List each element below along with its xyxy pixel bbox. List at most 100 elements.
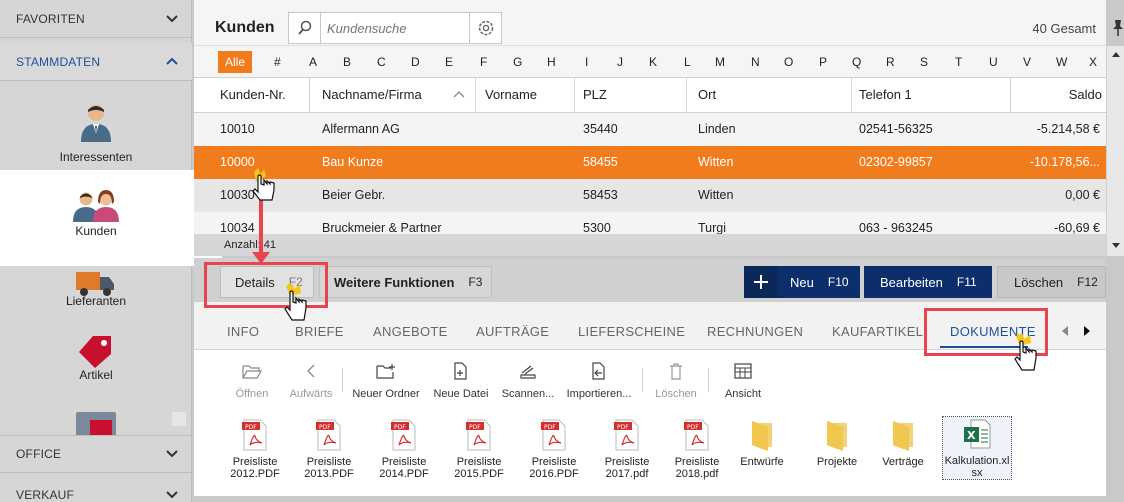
letter-filter[interactable]: B <box>343 55 351 69</box>
section-office[interactable]: OFFICE <box>0 435 192 473</box>
sidebar-item-artikel[interactable]: Artikel <box>0 332 192 406</box>
new-folder-button[interactable]: Neuer Ordner <box>352 360 420 400</box>
letter-filter[interactable]: C <box>377 55 386 69</box>
file-item[interactable]: PDF Preisliste 2015.PDF <box>444 418 514 480</box>
letter-filter[interactable]: R <box>886 55 895 69</box>
tab-kaufartikel[interactable]: KAUFARTIKEL <box>832 324 923 339</box>
file-item[interactable]: PDF Preisliste 2016.PDF <box>519 418 589 480</box>
file-item[interactable]: PDF Preisliste 2012.PDF <box>220 418 290 480</box>
letter-filter[interactable]: O <box>784 55 793 69</box>
table-scrollbar[interactable] <box>1106 46 1124 256</box>
letter-filter[interactable]: P <box>819 55 827 69</box>
folder-item[interactable]: Verträge <box>868 418 938 468</box>
letter-filter[interactable]: U <box>989 55 998 69</box>
letter-filter[interactable]: D <box>411 55 420 69</box>
letter-filter[interactable]: W <box>1056 55 1067 69</box>
cell-ort: Linden <box>698 122 736 136</box>
column-header-kunden-nr[interactable]: Kunden-Nr. <box>214 78 310 112</box>
section-verkauf[interactable]: VERKAUF <box>0 476 192 502</box>
up-button[interactable]: Aufwärts <box>286 360 336 400</box>
scroll-up-icon[interactable] <box>1111 50 1121 58</box>
tab-auftraege[interactable]: AUFTRÄGE <box>476 324 549 339</box>
svg-text:PDF: PDF <box>245 424 257 431</box>
chevron-down-icon <box>166 491 178 499</box>
chevron-right-icon[interactable] <box>1082 325 1092 337</box>
new-file-button[interactable]: Neue Datei <box>432 360 490 400</box>
edit-button[interactable]: Bearbeiten F11 <box>864 266 992 298</box>
cell-saldo: 0,00 € <box>1065 188 1100 202</box>
file-item-selected[interactable]: X Kalkulation.xlsx <box>942 416 1012 480</box>
letter-filter[interactable]: J <box>617 55 623 69</box>
letter-filter[interactable]: S <box>920 55 928 69</box>
letter-filter[interactable]: K <box>649 55 657 69</box>
column-header-telefon[interactable]: Telefon 1 <box>853 78 1011 112</box>
table-row[interactable]: 10010 Alfermann AG 35440 Linden 02541-56… <box>194 113 1106 146</box>
letter-filter[interactable]: M <box>715 55 725 69</box>
sidebar-item-lieferanten[interactable]: Lieferanten <box>0 266 192 340</box>
delete-button[interactable]: Löschen F12 <box>997 266 1106 298</box>
letter-filter[interactable]: I <box>585 55 588 69</box>
letter-filter[interactable]: F <box>480 55 487 69</box>
tab-lieferscheine[interactable]: LIEFERSCHEINE <box>578 324 685 339</box>
pdf-icon: PDF <box>541 419 566 451</box>
letter-filter[interactable]: G <box>513 55 522 69</box>
scan-button[interactable]: Scannen... <box>498 360 558 400</box>
file-item[interactable]: PDF Preisliste 2014.PDF <box>369 418 439 480</box>
open-button[interactable]: Öffnen <box>230 360 274 400</box>
tab-angebote[interactable]: ANGEBOTE <box>373 324 448 339</box>
letter-filter[interactable]: X <box>1089 55 1097 69</box>
folder-item[interactable]: Entwürfe <box>727 418 797 468</box>
column-header-ort[interactable]: Ort <box>692 78 852 112</box>
column-header-nachname[interactable]: Nachname/Firma <box>316 78 476 112</box>
sidebar-item-interessenten[interactable]: Interessenten <box>0 96 192 170</box>
table-row-selected[interactable]: 10000 Bau Kunze 58455 Witten 02302-99857… <box>194 146 1106 179</box>
import-button[interactable]: Importieren... <box>564 360 634 400</box>
letter-filter-all[interactable]: Alle <box>218 51 253 73</box>
chevron-left-icon[interactable] <box>1060 325 1070 337</box>
letter-filter[interactable]: V <box>1023 55 1031 69</box>
table-row[interactable]: 10030 Beier Gebr. 58453 Witten 0,00 € <box>194 179 1106 212</box>
new-folder-label: Neuer Ordner <box>352 388 420 400</box>
sidebar-scroll-handle[interactable] <box>172 412 186 426</box>
sidebar-item-kunden[interactable]: Kunden <box>0 170 222 266</box>
letter-filter[interactable]: H <box>547 55 556 69</box>
edit-label: Bearbeiten <box>880 274 943 290</box>
search-input[interactable] <box>327 19 459 37</box>
delete-file-button[interactable]: Löschen <box>652 360 700 400</box>
tab-briefe[interactable]: BRIEFE <box>295 324 344 339</box>
section-favoriten[interactable]: FAVORITEN <box>0 0 192 38</box>
open-label: Öffnen <box>235 388 269 400</box>
letter-filter[interactable]: Q <box>852 55 861 69</box>
pin-icon[interactable] <box>1112 20 1124 36</box>
more-functions-button[interactable]: Weitere Funktionen F3 <box>319 266 492 298</box>
letter-filter[interactable]: # <box>274 55 281 69</box>
letter-filter[interactable]: N <box>751 55 760 69</box>
svg-text:PDF: PDF <box>544 424 556 431</box>
folder-item[interactable]: Projekte <box>802 418 872 468</box>
view-button[interactable]: Ansicht <box>718 360 768 400</box>
cell-nachname: Bau Kunze <box>322 155 384 169</box>
sidebar: FAVORITEN STAMMDATEN Interessenten Kunde… <box>0 0 222 502</box>
chevron-up-icon <box>166 57 178 65</box>
toolbar-separator <box>642 368 643 392</box>
letter-filter[interactable]: T <box>955 55 962 69</box>
section-stammdaten[interactable]: STAMMDATEN <box>0 43 192 81</box>
file-item[interactable]: PDF Preisliste 2013.PDF <box>294 418 364 480</box>
file-item[interactable]: PDF Preisliste 2018.pdf <box>662 418 732 480</box>
new-button[interactable]: Neu F10 <box>744 266 860 298</box>
column-header-vorname[interactable]: Vorname <box>479 78 575 112</box>
letter-filter[interactable]: A <box>309 55 317 69</box>
scroll-down-icon[interactable] <box>1111 242 1121 250</box>
file-item[interactable]: PDF Preisliste 2017.pdf <box>592 418 662 480</box>
tab-info[interactable]: INFO <box>227 324 259 339</box>
search-button[interactable] <box>289 13 321 43</box>
tab-rechnungen[interactable]: RECHNUNGEN <box>707 324 803 339</box>
column-header-plz[interactable]: PLZ <box>577 78 687 112</box>
search-settings-button[interactable] <box>469 13 501 43</box>
letter-filter[interactable]: E <box>445 55 453 69</box>
delete-label: Löschen <box>1014 274 1064 290</box>
letter-filter[interactable]: L <box>684 55 691 69</box>
total-count: 40 Gesamt <box>1032 21 1096 36</box>
people-icon <box>73 190 119 222</box>
column-header-saldo[interactable]: Saldo <box>1012 78 1106 112</box>
